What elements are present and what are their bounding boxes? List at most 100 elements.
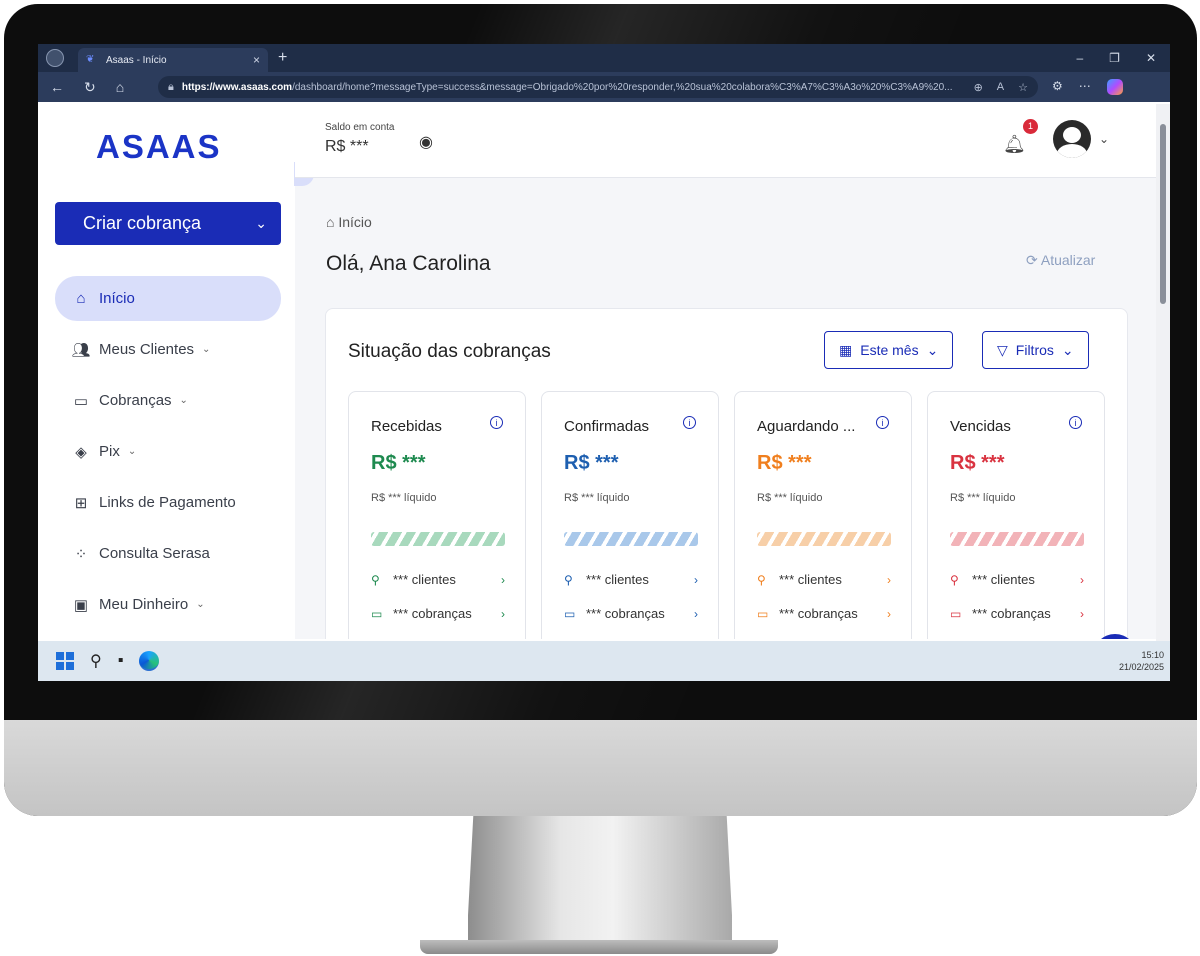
bell-icon[interactable]: 🔔︎	[1003, 134, 1026, 155]
restore-icon[interactable]: ❐	[1109, 51, 1120, 65]
edge-browser-icon[interactable]	[139, 651, 160, 671]
status-card-vencidas[interactable]: Vencidas i R$ *** R$ *** líquido ⚲ *** cl…	[927, 391, 1105, 639]
home-icon: ⌂	[326, 214, 339, 230]
sidebar-item-label: Pix	[99, 443, 120, 460]
refresh-label: Atualizar	[1040, 252, 1096, 268]
chevron-down-icon: ⌄	[127, 446, 137, 457]
close-window-icon[interactable]: ✕	[1146, 51, 1156, 65]
status-card-recebidas[interactable]: Recebidas i R$ *** R$ *** líquido ⚲ *** c…	[348, 391, 526, 639]
extensions-icon[interactable]: ⚙	[1052, 79, 1063, 95]
wallet-icon: ▣	[73, 596, 89, 614]
users-icon: 👥︎	[71, 341, 91, 359]
system-clock[interactable]: 15:10 21/02/2025	[1119, 649, 1170, 673]
status-card-aguardando[interactable]: Aguardando ... i R$ *** R$ *** líquido ⚲…	[734, 391, 912, 639]
card-progress-bar	[371, 532, 505, 546]
info-icon[interactable]: i	[683, 416, 696, 429]
chevron-down-icon: ⌄	[179, 395, 188, 406]
monitor-stand	[468, 816, 732, 940]
clock-date: 21/02/2025	[1118, 662, 1164, 672]
copilot-icon[interactable]	[1106, 79, 1123, 95]
asaas-logo[interactable]: ASAAS	[96, 128, 222, 166]
period-button[interactable]: ▦ Este mês ⌄	[824, 331, 954, 369]
create-charge-label: Criar cobrança	[83, 213, 202, 233]
card-charges-link[interactable]: ▭ *** cobranças ›	[757, 606, 891, 621]
info-icon[interactable]: i	[490, 416, 503, 429]
sidebar-item-meus-clientes[interactable]: 👥︎ Meus Clientes ⌄	[55, 327, 281, 372]
chevron-right-icon: ›	[501, 572, 505, 587]
clients-label: *** clientes	[972, 572, 1035, 587]
card-amount: R$ ***	[564, 452, 619, 474]
eye-icon[interactable]: ◉	[419, 132, 433, 152]
more-menu-icon[interactable]: ⋯	[1079, 79, 1091, 95]
period-label: Este mês	[860, 342, 919, 358]
profile-icon[interactable]	[46, 49, 64, 67]
chevron-right-icon: ›	[1080, 606, 1084, 621]
refresh-button[interactable]: ⟳ Atualizar	[1026, 252, 1095, 269]
info-icon[interactable]: i	[1069, 416, 1082, 429]
read-aloud-icon[interactable]: A	[997, 81, 1004, 94]
money-icon: ▭	[73, 392, 89, 410]
browser-toolbar: ← ↻ ⌂ 🔒︎ https://www.asaas.com /dashboar…	[38, 72, 1170, 102]
home-browser-icon[interactable]: ⌂	[116, 79, 124, 96]
calendar-icon: ▦	[839, 341, 853, 358]
user-icon: ⚲	[950, 572, 959, 587]
url-path: /dashboard/home?messageType=success&mess…	[292, 81, 953, 93]
reload-icon[interactable]: ↻	[84, 79, 96, 96]
money-icon: ▭	[564, 606, 576, 621]
card-clients-link[interactable]: ⚲ *** clientes ›	[564, 572, 698, 587]
zoom-icon[interactable]: ⊕	[974, 81, 983, 94]
charges-label: *** cobranças	[972, 606, 1051, 621]
new-tab-icon[interactable]: +	[278, 49, 287, 67]
card-charges-link[interactable]: ▭ *** cobranças ›	[564, 606, 698, 621]
url-host: https://www.asaas.com	[181, 81, 293, 93]
scrollbar-thumb[interactable]	[1160, 124, 1166, 304]
serasa-icon: ⁘	[74, 545, 88, 563]
sidebar-item-meu-dinheiro[interactable]: ▣ Meu Dinheiro ⌄	[55, 582, 281, 627]
lock-icon[interactable]: 🔒︎	[168, 81, 174, 94]
search-icon[interactable]: ⚲	[90, 651, 102, 671]
favorite-star-icon[interactable]: ☆	[1018, 81, 1028, 94]
sidebar-item-label: Meus Clientes	[99, 341, 195, 358]
sidebar-item-cobrancas[interactable]: ▭ Cobranças ⌄	[55, 378, 281, 423]
info-icon[interactable]: i	[876, 416, 889, 429]
minimize-icon[interactable]: –	[1076, 51, 1083, 65]
address-bar[interactable]: 🔒︎ https://www.asaas.com /dashboard/home…	[158, 76, 1038, 98]
windows-start-icon[interactable]	[56, 652, 74, 670]
sidebar-item-label: Meu Dinheiro	[99, 596, 189, 613]
browser-tab[interactable]: ❦ Asaas - Início ×	[78, 48, 268, 72]
chevron-down-icon[interactable]: ⌄	[1099, 132, 1109, 146]
task-view-icon[interactable]: ▪	[118, 652, 124, 670]
charges-status-panel: Situação das cobranças ▦ Este mês ⌄ ▽ Fi…	[325, 308, 1128, 639]
avatar[interactable]	[1053, 120, 1091, 158]
card-net: R$ *** líquido	[950, 492, 1016, 504]
card-charges-link[interactable]: ▭ *** cobranças ›	[950, 606, 1084, 621]
card-clients-link[interactable]: ⚲ *** clientes ›	[950, 572, 1084, 587]
sidebar-item-pix[interactable]: ◈ Pix ⌄	[55, 429, 281, 474]
browser-tab-bar: ❦ Asaas - Início × + – ❐ ✕	[38, 44, 1170, 72]
chevron-down-icon: ⌄	[926, 341, 939, 358]
card-clients-link[interactable]: ⚲ *** clientes ›	[757, 572, 891, 587]
sidebar-item-consulta-serasa[interactable]: ⁘ Consulta Serasa	[55, 531, 281, 576]
filters-button[interactable]: ▽ Filtros ⌄	[982, 331, 1089, 369]
card-charges-link[interactable]: ▭ *** cobranças ›	[371, 606, 505, 621]
card-clients-link[interactable]: ⚲ *** clientes ›	[371, 572, 505, 587]
home-icon: ⌂	[76, 290, 86, 307]
money-icon: ▭	[757, 606, 769, 621]
balance-value: R$ ***	[325, 138, 369, 155]
user-icon: ⚲	[757, 572, 766, 587]
chevron-right-icon: ›	[501, 606, 505, 621]
sidebar-item-links-de-pagamento[interactable]: ⊞ Links de Pagamento	[55, 480, 281, 525]
close-tab-icon[interactable]: ×	[253, 53, 260, 67]
balance-label: Saldo em conta	[325, 122, 395, 133]
sidebar-item-inicio[interactable]: ⌂ Início	[55, 276, 281, 321]
page-scrollbar[interactable]	[1156, 104, 1170, 644]
chevron-right-icon: ›	[694, 572, 698, 587]
create-charge-button[interactable]: Criar cobrança ⌄	[55, 202, 281, 245]
back-icon[interactable]: ←	[50, 79, 64, 96]
monitor-chin	[4, 720, 1197, 816]
user-icon: ⚲	[371, 572, 380, 587]
clients-label: *** clientes	[586, 572, 649, 587]
chevron-down-icon: ⌄	[255, 215, 267, 231]
windows-taskbar: ⚲ ▪ 15:10 21/02/2025	[38, 641, 1170, 681]
status-card-confirmadas[interactable]: Confirmadas i R$ *** R$ *** líquido ⚲ ***…	[541, 391, 719, 639]
